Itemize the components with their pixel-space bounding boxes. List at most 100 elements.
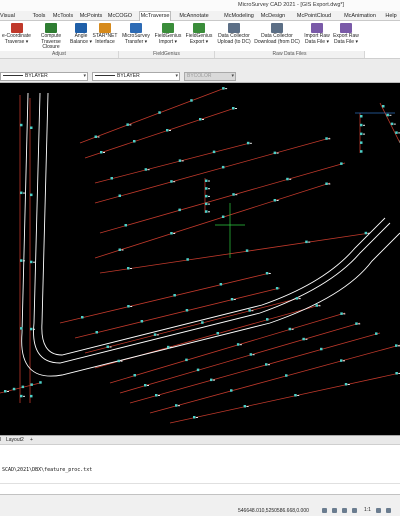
fieldgenius-import-button[interactable]: FieldGenius Import ▾ [153,23,183,45]
point-label [103,152,105,153]
tab-mcmodeling[interactable]: McModeling [221,12,257,21]
survey-point-marker [266,318,269,321]
angle-balance-icon [75,23,87,33]
linetype-combo[interactable]: BYLAYER ▾ [0,72,88,81]
survey-point-marker [210,378,213,382]
point-label [363,133,365,135]
survey-point-marker [205,179,208,182]
survey-point-marker [386,113,389,117]
angle-balance-button[interactable]: Angle Balance ▾ [70,23,92,45]
tab-layout2[interactable]: Layout2 [6,437,24,444]
survey-point-marker [320,347,323,351]
survey-point-marker [30,383,33,386]
tab-mccogo[interactable]: McCOGO [106,12,134,21]
survey-point-marker [221,165,225,169]
point-label [235,108,237,109]
survey-point-marker [173,294,176,297]
export-raw-data-button[interactable]: Export Raw Data File ▾ [332,23,360,45]
survey-point-marker [20,394,23,398]
survey-point-marker [248,309,251,312]
point-label [233,299,236,300]
polar-icon[interactable] [352,508,357,513]
status-bar: 546648.010,5250586.668,0.000 1:1 [0,494,400,516]
microsurvey-transfer-button[interactable]: MicroSurvey Transfer ▾ [120,23,152,45]
point-label [298,298,301,300]
survey-point-marker [288,327,292,331]
add-layout-button[interactable]: + [30,437,33,444]
survey-point-marker [20,123,23,127]
survey-point-marker [100,151,103,154]
tab-mcanimation[interactable]: McAnimation [340,12,380,21]
data-collector-upload-button[interactable]: Data Collector Upload (to DC) [216,23,252,45]
survey-point-marker [221,215,225,218]
ortho-icon[interactable] [342,508,347,513]
road-edge [41,92,386,356]
survey-point-marker [30,193,33,197]
survey-point-marker [205,210,208,213]
settings-icon[interactable] [376,508,381,513]
survey-point-marker [249,353,253,356]
lot-line [74,287,281,339]
fullscreen-icon[interactable] [386,508,391,513]
point-label [147,385,149,386]
point-label [173,181,176,183]
fieldgenius-export-icon [193,23,205,33]
import-raw-data-button[interactable]: Import Raw Data File ▾ [303,23,331,45]
survey-point-marker [30,126,33,129]
tab-mcdesign[interactable]: McDesign [258,12,288,21]
tab-mctools[interactable]: McTools [50,12,76,21]
command-input[interactable] [0,483,400,493]
survey-point-marker [20,191,23,195]
point-label [363,124,365,126]
point-label [7,391,9,392]
survey-point-marker [21,385,25,389]
point-label [97,136,100,138]
survey-point-marker [20,259,23,262]
drawing-canvas[interactable] [0,83,400,435]
lineweight-combo[interactable]: BYLAYER ▾ [92,72,180,81]
survey-point-marker [395,131,398,134]
survey-point-marker [375,332,378,335]
grid-icon[interactable] [332,508,337,513]
point-label [343,360,345,362]
survey-point-marker [273,151,277,155]
color-combo[interactable]: BYCOLOR ▾ [184,72,236,81]
survey-point-marker [236,343,240,346]
survey-point-marker [170,232,173,235]
point-label [181,160,184,162]
lot-line [379,102,400,144]
survey-point-marker [364,231,368,235]
survey-point-marker [222,87,225,90]
starnet-icon [99,23,111,33]
lineweight-swatch [95,75,115,77]
tab-tools[interactable]: Tools [30,12,48,21]
survey-point-marker [158,111,161,114]
survey-point-marker [230,298,234,301]
survey-point-marker [340,359,343,362]
point-label [239,344,242,346]
ribbon-tab-strip: Visual Tools McTools McPoints McCOGO McT… [0,11,400,22]
data-collector-download-button[interactable]: Data Collector Download (from DC) [252,23,302,45]
survey-point-marker [175,404,178,407]
point-label [109,346,112,348]
tab-visual[interactable]: Visual [0,12,15,21]
fieldgenius-export-button[interactable]: FieldGenius Export ▾ [184,23,214,45]
survey-point-marker [140,320,144,323]
survey-point-marker [232,193,235,196]
snap-icon[interactable] [322,508,327,513]
tab-model[interactable]: l [0,437,1,444]
tab-mcpoints[interactable]: McPoints [76,12,106,21]
tab-help[interactable]: Help [382,12,400,21]
compute-traverse-closure-button[interactable]: Compute Traverse Closure [33,23,69,51]
tab-mcannotate[interactable]: McAnnotate [176,12,212,21]
tab-mcpointcloud[interactable]: McPointCloud [294,12,334,21]
point-label [358,323,361,325]
lot-line [79,87,226,144]
point-label [208,195,210,197]
survey-point-marker [30,260,33,264]
starnet-interface-button[interactable]: STAR*NET Interface [92,23,118,45]
annotation-scale[interactable]: 1:1 [364,507,371,513]
coordinate-traverse-button[interactable]: e-Coordinate Traverse ▾ [0,23,33,45]
survey-point-marker [153,333,157,336]
survey-point-marker [155,394,158,397]
